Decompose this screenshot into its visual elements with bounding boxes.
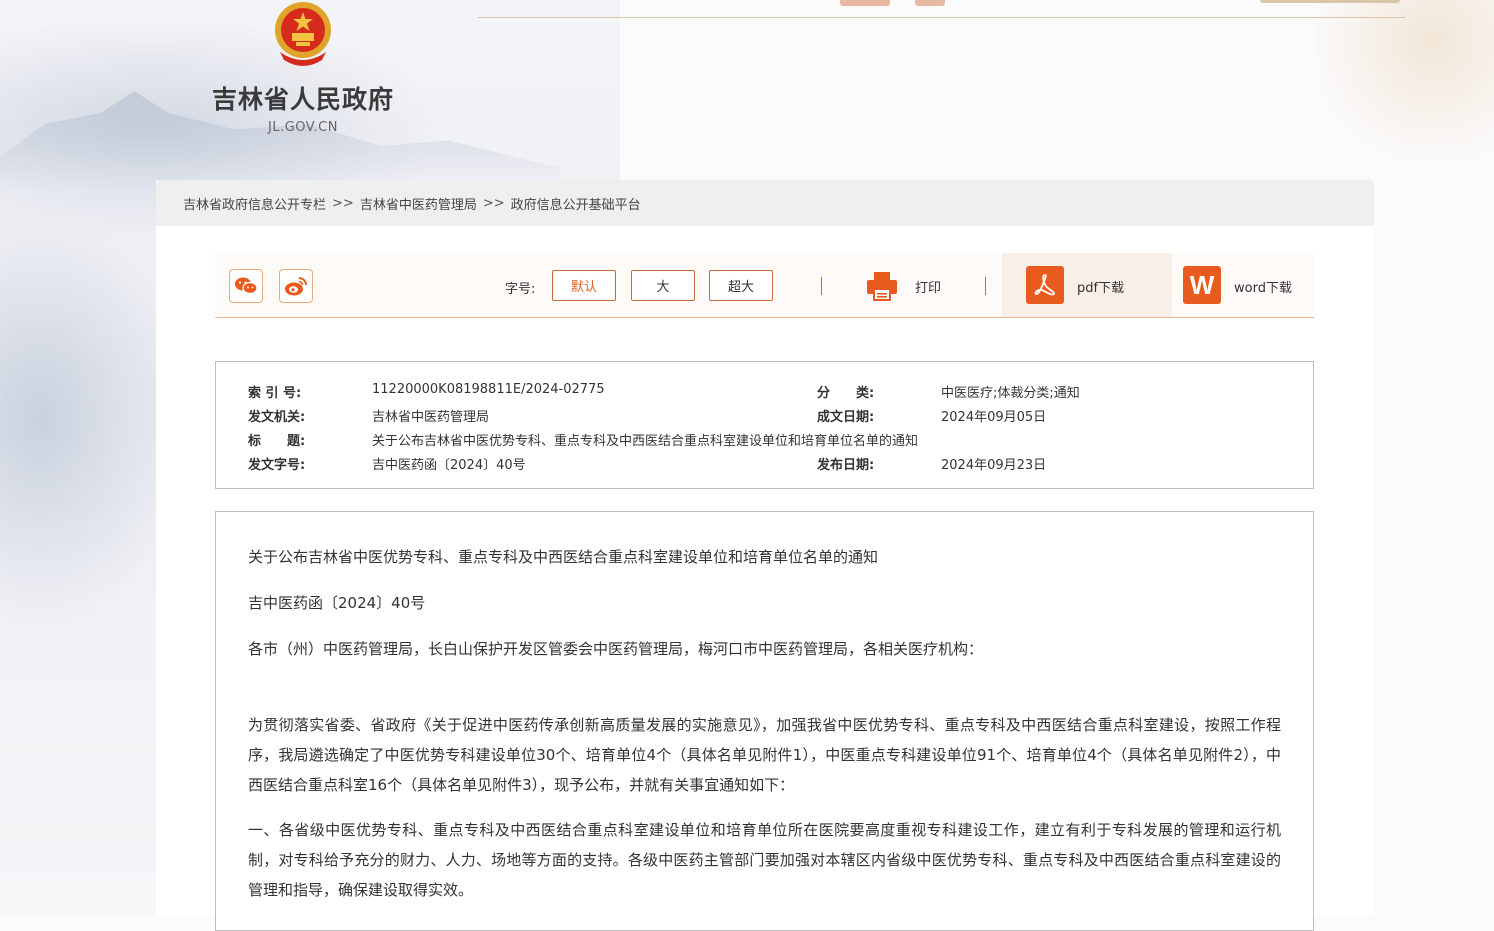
meta-index-value: 11220000K08198811E/2024-02775 xyxy=(372,382,605,397)
meta-title-label: 标 题: xyxy=(248,434,306,449)
meta-date-written-label: 成文日期: xyxy=(817,410,875,425)
meta-doc-no-label: 发文字号: xyxy=(248,458,306,473)
breadcrumb-separator: >> xyxy=(332,195,354,211)
site-domain: JL.GOV.CN xyxy=(268,120,338,135)
breadcrumb-item-open-column[interactable]: 吉林省政府信息公开专栏 xyxy=(183,194,326,213)
breadcrumb-item-platform[interactable]: 政府信息公开基础平台 xyxy=(511,194,641,213)
meta-date-published-label: 发布日期: xyxy=(817,458,875,473)
meta-date-published-value: 2024年09月23日 xyxy=(941,458,1047,473)
share-weibo-button[interactable] xyxy=(279,269,313,303)
topbar-fragment xyxy=(840,0,890,6)
meta-title-value: 关于公布吉林省中医优势专科、重点专科及中西医结合重点科室建设单位和培育单位名单的… xyxy=(372,434,919,449)
meta-doc-no-value: 吉中医药函〔2024〕40号 xyxy=(372,458,526,473)
weibo-icon xyxy=(285,277,307,296)
topbar-fragment xyxy=(1260,0,1400,3)
main-panel: 吉林省政府信息公开专栏 >> 吉林省中医药管理局 >> 政府信息公开基础平台 字… xyxy=(156,180,1374,931)
pdf-download-label: pdf下载 xyxy=(1077,281,1125,296)
word-icon: W xyxy=(1183,266,1221,304)
font-size-large-button[interactable]: 大 xyxy=(631,270,695,301)
topbar-fragment xyxy=(915,0,945,6)
breadcrumb-separator: >> xyxy=(482,195,505,211)
article-paragraph-1: 为贯彻落实省委、省政府《关于促进中医药传承创新高质量发展的实施意见》，加强我省中… xyxy=(248,716,1281,794)
article-paragraph-2: 一、各省级中医优势专科、重点专科及中西医结合重点科室建设单位和培育单位所在医院要… xyxy=(248,821,1281,899)
pdf-icon xyxy=(1026,266,1064,304)
meta-category-value: 中医医疗;体裁分类;通知 xyxy=(941,386,1080,401)
meta-category-label: 分 类: xyxy=(817,386,875,401)
word-download-button[interactable]: W word下载 xyxy=(1172,253,1314,317)
toolbar-divider xyxy=(985,277,986,295)
background-flower xyxy=(1314,0,1494,180)
meta-issuer-label: 发文机关: xyxy=(248,410,306,425)
word-download-label: word下载 xyxy=(1234,281,1292,296)
toolbar-divider xyxy=(821,277,822,295)
national-emblem-icon[interactable] xyxy=(272,0,334,66)
font-size-label: 字号: xyxy=(505,282,536,297)
meta-index-label: 索 引 号: xyxy=(248,386,302,401)
article-recipients: 各市（州）中医药管理局，长白山保护开发区管委会中医药管理局，梅河口市中医药管理局… xyxy=(248,640,984,658)
meta-date-written-value: 2024年09月05日 xyxy=(941,410,1047,425)
pdf-download-button[interactable]: pdf下载 xyxy=(1002,253,1172,317)
print-button[interactable]: 打印 xyxy=(915,277,941,296)
wechat-icon xyxy=(235,277,258,295)
article-content: 关于公布吉林省中医优势专科、重点专科及中西医结合重点科室建设单位和培育单位名单的… xyxy=(215,511,1314,931)
share-wechat-button[interactable] xyxy=(229,269,263,303)
article-title: 关于公布吉林省中医优势专科、重点专科及中西医结合重点科室建设单位和培育单位名单的… xyxy=(248,548,879,566)
document-metadata-table: 索 引 号: 11220000K08198811E/2024-02775 分 类… xyxy=(215,361,1314,489)
breadcrumb-item-tcm-bureau[interactable]: 吉林省中医药管理局 xyxy=(360,194,477,213)
font-size-default-button[interactable]: 默认 xyxy=(552,270,616,301)
article-doc-no: 吉中医药函〔2024〕40号 xyxy=(248,594,426,612)
site-name[interactable]: 吉林省人民政府 xyxy=(212,80,397,116)
print-icon[interactable] xyxy=(865,270,899,302)
header-divider xyxy=(478,17,1405,18)
font-size-xlarge-button[interactable]: 超大 xyxy=(709,270,773,301)
meta-issuer-value: 吉林省中医药管理局 xyxy=(372,410,490,425)
article-toolbar: 字号: 默认 大 超大 打印 pdf下载 W word下载 xyxy=(215,253,1314,318)
breadcrumb: 吉林省政府信息公开专栏 >> 吉林省中医药管理局 >> 政府信息公开基础平台 xyxy=(156,180,1374,226)
